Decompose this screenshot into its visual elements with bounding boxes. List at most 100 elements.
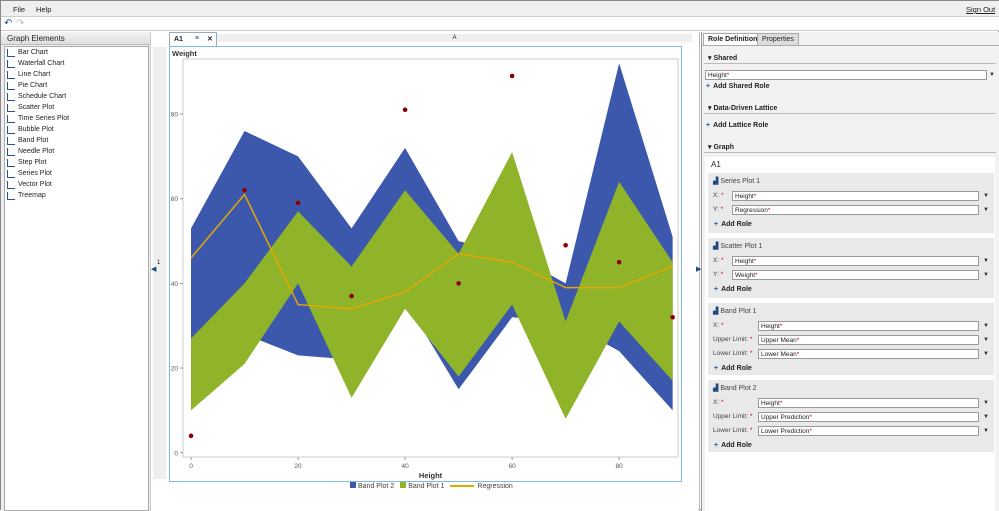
dropdown-icon[interactable]: ▼ xyxy=(989,70,995,80)
role-label: X: * xyxy=(713,257,724,264)
graph-element-bubble-plot[interactable]: Bubble Plot xyxy=(5,124,148,135)
chart-type-icon xyxy=(7,158,15,167)
scatter-point xyxy=(509,73,515,79)
legend: Band Plot 2 Band Plot 1 Regression xyxy=(350,482,513,490)
role-label: Y: * xyxy=(713,206,724,213)
menu-file[interactable]: File xyxy=(13,5,25,14)
role-field[interactable]: Upper Prediction* xyxy=(758,412,979,422)
plot-card-band-plot-1: ▟ Band Plot 1 X: * Height* ▼ Upper Limit: … xyxy=(708,303,994,375)
collapse-left-icon[interactable]: ◀ xyxy=(151,265,156,273)
dropdown-icon[interactable]: ▼ xyxy=(983,335,989,345)
role-label: X: * xyxy=(713,399,724,406)
role-label: Upper Limit: * xyxy=(713,336,753,343)
chart-type-icon xyxy=(7,180,15,189)
chart-type-icon xyxy=(7,125,15,134)
graph-element-band-plot[interactable]: Band Plot xyxy=(5,135,148,146)
graph-element-treemap[interactable]: Treemap xyxy=(5,190,148,201)
redo-icon[interactable]: ↷ xyxy=(16,18,24,29)
tab-properties[interactable]: Properties xyxy=(757,33,799,45)
y-tick-label: 60 xyxy=(171,196,179,203)
add-shared-role-button[interactable]: + Add Shared Role xyxy=(706,83,770,90)
chart-type-icon xyxy=(7,169,15,178)
chart-type-icon xyxy=(7,70,15,79)
section-lattice[interactable]: ▾ Data-Driven Lattice xyxy=(704,102,996,114)
tab-a1[interactable]: A1 ≡ ✕ xyxy=(169,32,217,46)
role-field[interactable]: Regression* xyxy=(732,205,979,215)
chart-type-icon xyxy=(7,48,15,57)
dropdown-icon[interactable]: ▼ xyxy=(983,398,989,408)
chart-type-icon xyxy=(7,114,15,123)
dropdown-icon[interactable]: ▼ xyxy=(983,270,989,280)
role-field[interactable]: Weight* xyxy=(732,270,979,280)
role-field[interactable]: Height* xyxy=(758,398,979,408)
role-label: Lower Limit: * xyxy=(713,427,753,434)
graph-element-pie-chart[interactable]: Pie Chart xyxy=(5,80,148,91)
chart: 0 20 40 60 80 0 20 40 60 80 Height Weight xyxy=(171,49,679,480)
dropdown-icon[interactable]: ▼ xyxy=(983,321,989,331)
scatter-point xyxy=(563,242,568,248)
role-label: X: * xyxy=(713,322,724,329)
graph-element-line-chart[interactable]: Line Chart xyxy=(5,69,148,80)
shared-role-field[interactable]: Height* xyxy=(705,70,987,80)
plot-title: ▟ Series Plot 1 xyxy=(713,178,761,185)
graph-element-scatter-plot[interactable]: Scatter Plot xyxy=(5,102,148,113)
chart-type-icon xyxy=(7,92,15,101)
section-shared[interactable]: ▾ Shared xyxy=(704,52,996,64)
graph-element-needle-plot[interactable]: Needle Plot xyxy=(5,146,148,157)
sign-out-link[interactable]: Sign Out xyxy=(966,5,995,14)
row-header: 1 xyxy=(157,260,161,266)
chart-type-icon xyxy=(7,191,15,200)
role-field[interactable]: Lower Mean* xyxy=(758,349,979,359)
plot-card-scatter-plot-1: ▟ Scatter Plot 1 X: * Height* ▼ Y: * Weigh… xyxy=(708,238,994,298)
dropdown-icon[interactable]: ▼ xyxy=(983,256,989,266)
role-field[interactable]: Height* xyxy=(732,191,979,201)
graph-element-step-plot[interactable]: Step Plot xyxy=(5,157,148,168)
role-panel: Role Definitions Properties ▾ Shared Hei… xyxy=(701,32,999,511)
add-lattice-role-button[interactable]: + Add Lattice Role xyxy=(706,122,768,129)
tab-label: A1 xyxy=(174,36,183,43)
chart-type-icon xyxy=(7,81,15,90)
undo-icon[interactable]: ↶ xyxy=(4,18,12,29)
graph-element-time-series-plot[interactable]: Time Series Plot xyxy=(5,113,148,124)
role-field[interactable]: Upper Mean* xyxy=(758,335,979,345)
section-graph[interactable]: ▾ Graph xyxy=(704,141,996,153)
y-tick-label: 80 xyxy=(171,112,179,119)
y-tick-label: 0 xyxy=(174,450,178,457)
chart-type-icon xyxy=(7,147,15,156)
y-tick-label: 40 xyxy=(171,281,179,288)
menu-help[interactable]: Help xyxy=(36,5,51,14)
dropdown-icon[interactable]: ▼ xyxy=(983,205,989,215)
graph-elements-panel: Graph Elements Bar Chart Waterfall Chart L… xyxy=(1,32,150,511)
cell-label: A1 xyxy=(711,160,721,169)
role-field[interactable]: Height* xyxy=(732,256,979,266)
role-field[interactable]: Height* xyxy=(758,321,979,331)
x-tick-label: 80 xyxy=(616,463,624,470)
dropdown-icon[interactable]: ▼ xyxy=(983,191,989,201)
scatter-point xyxy=(456,281,461,286)
graph-element-vector-plot[interactable]: Vector Plot xyxy=(5,179,148,190)
x-axis-label: Height xyxy=(419,471,443,480)
legend-item-regression: Regression xyxy=(450,483,513,490)
scatter-point xyxy=(670,314,675,320)
dropdown-icon[interactable]: ▼ xyxy=(983,412,989,422)
graph-element-series-plot[interactable]: Series Plot xyxy=(5,168,148,179)
close-icon[interactable]: ✕ xyxy=(207,35,213,43)
scatter-point xyxy=(349,293,354,299)
layers-icon[interactable]: ≡ xyxy=(195,35,199,42)
panel-title: Graph Elements xyxy=(1,32,150,45)
dropdown-icon[interactable]: ▼ xyxy=(983,349,989,359)
plot-card-series-plot-1: ▟ Series Plot 1 X: * Height* ▼ Y: * Regres… xyxy=(708,173,994,233)
graph-element-schedule-chart[interactable]: Schedule Chart xyxy=(5,91,148,102)
add-role-button[interactable]: + Add Role xyxy=(714,442,752,449)
add-role-button[interactable]: + Add Role xyxy=(714,365,752,372)
add-role-button[interactable]: + Add Role xyxy=(714,286,752,293)
role-field[interactable]: Lower Prediction* xyxy=(758,426,979,436)
add-role-button[interactable]: + Add Role xyxy=(714,221,752,228)
graph-element-bar-chart[interactable]: Bar Chart xyxy=(5,47,148,58)
x-tick-label: 40 xyxy=(401,463,409,470)
graph-element-waterfall-chart[interactable]: Waterfall Chart xyxy=(5,58,148,69)
y-axis-label: Weight xyxy=(172,49,197,58)
graph-cell[interactable]: 0 20 40 60 80 0 20 40 60 80 Height Weight xyxy=(169,46,682,482)
dropdown-icon[interactable]: ▼ xyxy=(983,426,989,436)
plot-title: ▟ Band Plot 2 xyxy=(713,385,757,392)
